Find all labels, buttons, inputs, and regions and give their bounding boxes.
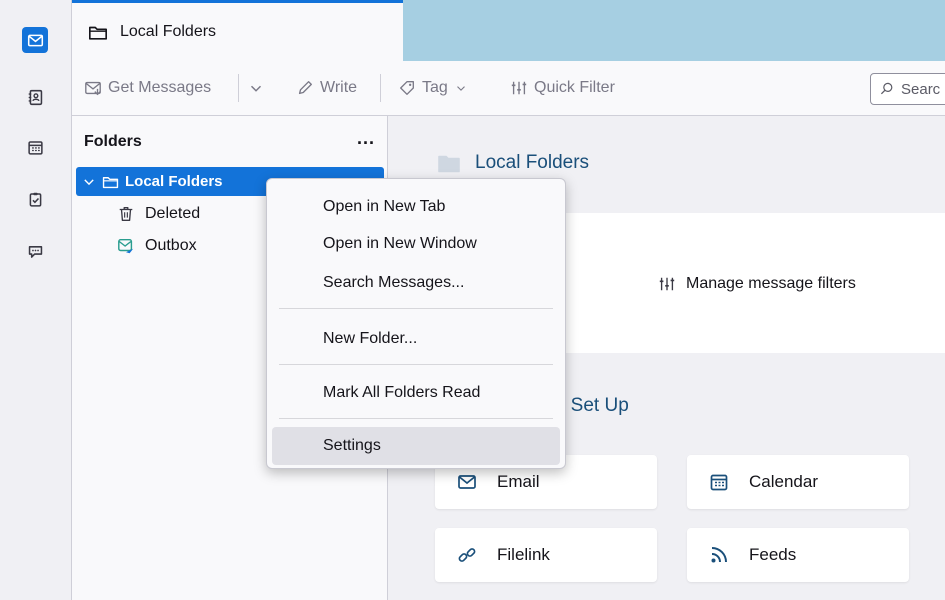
tag-icon	[400, 81, 414, 95]
setup-feeds-button[interactable]: Feeds	[687, 528, 909, 582]
quick-filter-label: Quick Filter	[534, 79, 615, 96]
tab-local-folders[interactable]: Local Folders	[72, 0, 403, 61]
menu-item-mark-all-read[interactable]: Mark All Folders Read	[272, 374, 560, 412]
folder-icon	[102, 176, 119, 188]
main-toolbar: Get Messages Write Tag Quick Filter Sear…	[72, 61, 945, 116]
toolbar-divider	[380, 74, 381, 102]
tag-button[interactable]: Tag	[398, 76, 468, 100]
get-messages-button[interactable]: Get Messages	[84, 76, 211, 100]
folder-label: Deleted	[145, 205, 201, 222]
calendar-space-button[interactable]	[22, 134, 48, 160]
manage-filters-link[interactable]: Manage message filters	[658, 275, 856, 293]
menu-item-open-new-tab[interactable]: Open in New Tab	[272, 188, 560, 226]
tasks-space-button[interactable]	[22, 186, 48, 212]
mail-icon	[458, 475, 476, 489]
chevron-down-icon	[456, 86, 465, 91]
tab-label: Local Folders	[120, 23, 217, 40]
tag-label: Tag	[422, 79, 448, 96]
tab-bar: Local Folders	[72, 0, 945, 61]
menu-item-settings[interactable]: Settings	[272, 427, 560, 465]
toolbar-divider	[238, 74, 239, 102]
trash-icon	[119, 207, 133, 221]
folder-pane-header: Folders	[84, 133, 142, 150]
mail-space-button[interactable]	[22, 27, 48, 53]
menu-separator	[279, 418, 553, 419]
folder-label: Outbox	[145, 237, 197, 254]
chevron-down-icon	[250, 85, 262, 92]
folder-label: Local Folders	[125, 173, 223, 190]
address-book-icon	[28, 89, 42, 105]
filter-sliders-icon	[511, 81, 527, 95]
menu-separator	[279, 308, 553, 309]
calendar-icon	[27, 140, 43, 155]
address-book-space-button[interactable]	[22, 84, 48, 110]
get-messages-dropdown-button[interactable]	[247, 76, 265, 100]
menu-item-open-new-window[interactable]: Open in New Window	[272, 225, 560, 263]
rss-icon	[711, 547, 727, 563]
setup-filelink-button[interactable]: Filelink	[435, 528, 657, 582]
folder-icon	[438, 155, 460, 172]
search-icon	[880, 82, 893, 95]
folder-context-menu: Open in New Tab Open in New Window Searc…	[266, 178, 566, 469]
get-messages-icon	[85, 81, 101, 96]
tasks-icon	[29, 192, 41, 207]
search-placeholder: Searc	[901, 80, 941, 98]
chat-space-button[interactable]	[22, 238, 48, 264]
outbox-icon	[118, 238, 134, 254]
menu-item-new-folder[interactable]: New Folder...	[272, 320, 560, 358]
link-icon	[458, 548, 476, 562]
menu-separator	[279, 364, 553, 365]
get-messages-label: Get Messages	[108, 79, 212, 96]
account-label: Calendar	[749, 472, 818, 491]
folder-row-outbox[interactable]: Outbox	[117, 233, 197, 259]
mail-icon	[27, 34, 43, 46]
account-label: Feeds	[749, 545, 797, 564]
account-label: Email	[497, 472, 540, 491]
account-label: Filelink	[497, 545, 550, 564]
chat-icon	[28, 245, 42, 258]
page-title: Local Folders	[437, 152, 589, 174]
calendar-icon	[710, 474, 728, 491]
search-input[interactable]: Searc	[870, 73, 945, 105]
setup-calendar-button[interactable]: Calendar	[687, 455, 909, 509]
write-button[interactable]: Write	[296, 76, 357, 100]
pencil-icon	[298, 81, 312, 95]
write-label: Write	[320, 79, 358, 96]
chevron-down-icon	[84, 178, 94, 185]
manage-filters-label: Manage message filters	[686, 275, 856, 292]
folder-icon	[89, 26, 107, 40]
spaces-toolbar	[0, 0, 72, 600]
page-title-text: Local Folders	[475, 152, 590, 173]
quick-filter-button[interactable]: Quick Filter	[510, 76, 615, 100]
menu-item-search-messages[interactable]: Search Messages...	[272, 264, 560, 302]
folder-pane-menu-button[interactable]: ...	[357, 128, 375, 149]
folder-row-deleted[interactable]: Deleted	[117, 201, 200, 227]
filter-sliders-icon	[659, 277, 675, 291]
